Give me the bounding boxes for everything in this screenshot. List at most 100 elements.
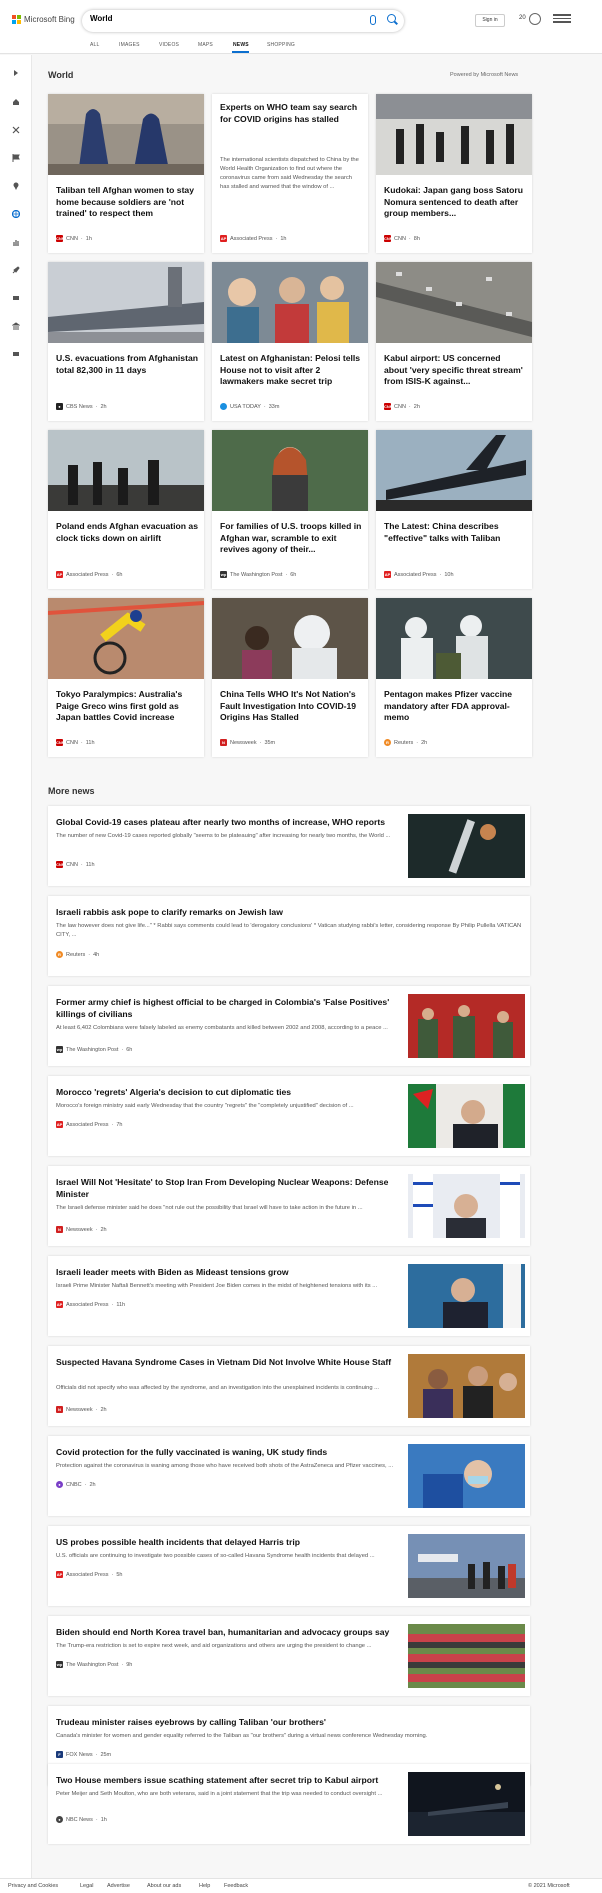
news-card[interactable]: Kabul airport: US concerned about 'very … — [376, 262, 532, 421]
tab-all[interactable]: ALL — [90, 42, 100, 48]
list-item[interactable]: Morocco 'regrets' Algeria's decision to … — [48, 1076, 530, 1156]
item-title[interactable]: Israeli rabbis ask pope to clarify remar… — [56, 906, 406, 918]
card-title[interactable]: Experts on WHO team say search for COVID… — [220, 102, 362, 125]
bing-logo[interactable]: Microsoft Bing — [12, 15, 75, 24]
search-icon[interactable] — [387, 14, 396, 23]
list-item[interactable]: Israel Will Not 'Hesitate' to Stop Iran … — [48, 1166, 530, 1246]
tab-news[interactable]: NEWS — [233, 42, 249, 48]
tab-videos[interactable]: VIDEOS — [159, 42, 179, 48]
card-title[interactable]: U.S. evacuations from Afghanistan total … — [56, 353, 198, 376]
news-card[interactable]: Latest on Afghanistan: Pelosi tells Hous… — [212, 262, 368, 421]
list-item[interactable]: Covid protection for the fully vaccinate… — [48, 1436, 530, 1516]
card-icon[interactable] — [12, 350, 20, 358]
copyright: © 2021 Microsoft — [528, 1883, 570, 1889]
card-image — [48, 430, 204, 511]
search-box[interactable] — [82, 10, 404, 32]
source-logo-icon: CNN — [56, 739, 65, 746]
item-title[interactable]: Biden should end North Korea travel ban,… — [56, 1626, 406, 1638]
globe-icon[interactable] — [12, 210, 20, 218]
expand-chevron-icon[interactable] — [12, 69, 20, 77]
news-card[interactable]: Tokyo Paralympics: Australia's Paige Gre… — [48, 598, 204, 757]
item-title[interactable]: Covid protection for the fully vaccinate… — [56, 1446, 406, 1458]
news-card[interactable]: Experts on WHO team say search for COVID… — [212, 94, 368, 253]
item-description: At least 6,402 Colombians were falsely l… — [56, 1025, 388, 1031]
source-logo-icon: AP — [56, 1121, 63, 1128]
card-title[interactable]: Latest on Afghanistan: Pelosi tells Hous… — [220, 353, 362, 388]
item-title[interactable]: Israel Will Not 'Hesitate' to Stop Iran … — [56, 1176, 406, 1200]
card-title[interactable]: Poland ends Afghan evacuation as clock t… — [56, 521, 198, 544]
item-title[interactable]: Former army chief is highest official to… — [56, 996, 406, 1020]
footer-link-about-ads[interactable]: About our ads — [147, 1883, 181, 1889]
sign-in-button[interactable]: Sign in — [475, 14, 505, 27]
news-card[interactable]: China Tells WHO It's Not Nation's Fault … — [212, 598, 368, 757]
card-source: AP Associated Press · 10h — [384, 571, 454, 578]
news-card[interactable]: For families of U.S. troops killed in Af… — [212, 430, 368, 589]
item-title[interactable]: Global Covid-19 cases plateau after near… — [56, 816, 406, 828]
item-title[interactable]: US probes possible health incidents that… — [56, 1536, 406, 1548]
bank-icon[interactable] — [12, 322, 20, 330]
item-description: Canada's minister for women and gender e… — [56, 1733, 428, 1739]
rewards-count[interactable]: 20 — [519, 15, 526, 21]
item-description: Morocco's foreign ministry said early We… — [56, 1103, 354, 1109]
item-title[interactable]: Suspected Havana Syndrome Cases in Vietn… — [56, 1356, 406, 1368]
list-item[interactable]: Global Covid-19 cases plateau after near… — [48, 806, 530, 886]
location-icon[interactable] — [12, 182, 20, 190]
card-title[interactable]: Kudokai: Japan gang boss Satoru Nomura s… — [384, 185, 526, 220]
tab-shopping[interactable]: SHOPPING — [267, 42, 295, 48]
menu-icon[interactable] — [553, 14, 571, 26]
list-item[interactable]: Former army chief is highest official to… — [48, 986, 530, 1066]
video-icon[interactable] — [12, 294, 20, 302]
tab-maps[interactable]: MAPS — [198, 42, 213, 48]
item-title[interactable]: Trudeau minister raises eyebrows by call… — [56, 1716, 406, 1728]
news-card[interactable]: Poland ends Afghan evacuation as clock t… — [48, 430, 204, 589]
rewards-medal-icon[interactable] — [529, 13, 541, 25]
list-item[interactable]: Israeli leader meets with Biden as Midea… — [48, 1256, 530, 1336]
item-image — [408, 1444, 525, 1508]
chart-icon[interactable] — [12, 238, 20, 246]
news-card[interactable]: The Latest: China describes "effective" … — [376, 430, 532, 589]
item-title[interactable]: Israeli leader meets with Biden as Midea… — [56, 1266, 406, 1278]
list-item[interactable]: Biden should end North Korea travel ban,… — [48, 1616, 530, 1696]
flag-icon[interactable] — [12, 154, 20, 162]
list-item[interactable]: Two House members issue scathing stateme… — [48, 1764, 530, 1844]
footer-link-legal[interactable]: Legal — [80, 1883, 93, 1889]
search-input[interactable] — [90, 14, 340, 23]
list-item[interactable]: US probes possible health incidents that… — [48, 1526, 530, 1606]
card-title[interactable]: Kabul airport: US concerned about 'very … — [384, 353, 526, 388]
footer-link-feedback[interactable]: Feedback — [224, 1883, 248, 1889]
item-description: U.S. officials are continuing to investi… — [56, 1553, 375, 1559]
card-image — [376, 430, 532, 511]
source-logo-icon: AP — [56, 1301, 63, 1308]
item-title[interactable]: Two House members issue scathing stateme… — [56, 1774, 406, 1786]
card-title[interactable]: Tokyo Paralympics: Australia's Paige Gre… — [56, 689, 198, 724]
page-footer: Privacy and Cookies Legal Advertise Abou… — [0, 1878, 602, 1893]
news-card[interactable]: Pentagon makes Pfizer vaccine mandatory … — [376, 598, 532, 757]
item-description: Peter Meijer and Seth Moulton, who are b… — [56, 1791, 383, 1797]
microphone-icon[interactable] — [370, 15, 376, 25]
item-title[interactable]: Morocco 'regrets' Algeria's decision to … — [56, 1086, 406, 1098]
card-title[interactable]: Pentagon makes Pfizer vaccine mandatory … — [384, 689, 526, 724]
tools-icon[interactable] — [12, 126, 20, 134]
card-title[interactable]: Taliban tell Afghan women to stay home b… — [56, 185, 198, 220]
list-item[interactable]: Suspected Havana Syndrome Cases in Vietn… — [48, 1346, 530, 1426]
footer-link-privacy[interactable]: Privacy and Cookies — [8, 1883, 58, 1889]
card-title[interactable]: For families of U.S. troops killed in Af… — [220, 521, 362, 556]
card-description: The international scientists dispatched … — [220, 157, 359, 190]
footer-link-help[interactable]: Help — [199, 1883, 210, 1889]
list-item[interactable]: Israeli rabbis ask pope to clarify remar… — [48, 896, 530, 976]
footer-link-advertise[interactable]: Advertise — [107, 1883, 130, 1889]
home-icon[interactable] — [12, 98, 20, 106]
item-description: Protection against the coronavirus is wa… — [56, 1463, 394, 1469]
source-logo-icon: R — [56, 951, 63, 958]
card-title[interactable]: The Latest: China describes "effective" … — [384, 521, 526, 544]
news-card[interactable]: Kudokai: Japan gang boss Satoru Nomura s… — [376, 94, 532, 253]
card-title[interactable]: China Tells WHO It's Not Nation's Fault … — [220, 689, 362, 724]
rocket-icon[interactable] — [12, 266, 20, 274]
tab-images[interactable]: IMAGES — [119, 42, 140, 48]
news-card[interactable]: Taliban tell Afghan women to stay home b… — [48, 94, 204, 253]
source-logo-icon: wp — [56, 1046, 63, 1053]
item-source: wp The Washington Post · 9h — [56, 1661, 133, 1668]
source-logo-icon: F — [56, 1751, 63, 1758]
item-source: CNN CNN · 11h — [56, 861, 95, 868]
news-card[interactable]: U.S. evacuations from Afghanistan total … — [48, 262, 204, 421]
